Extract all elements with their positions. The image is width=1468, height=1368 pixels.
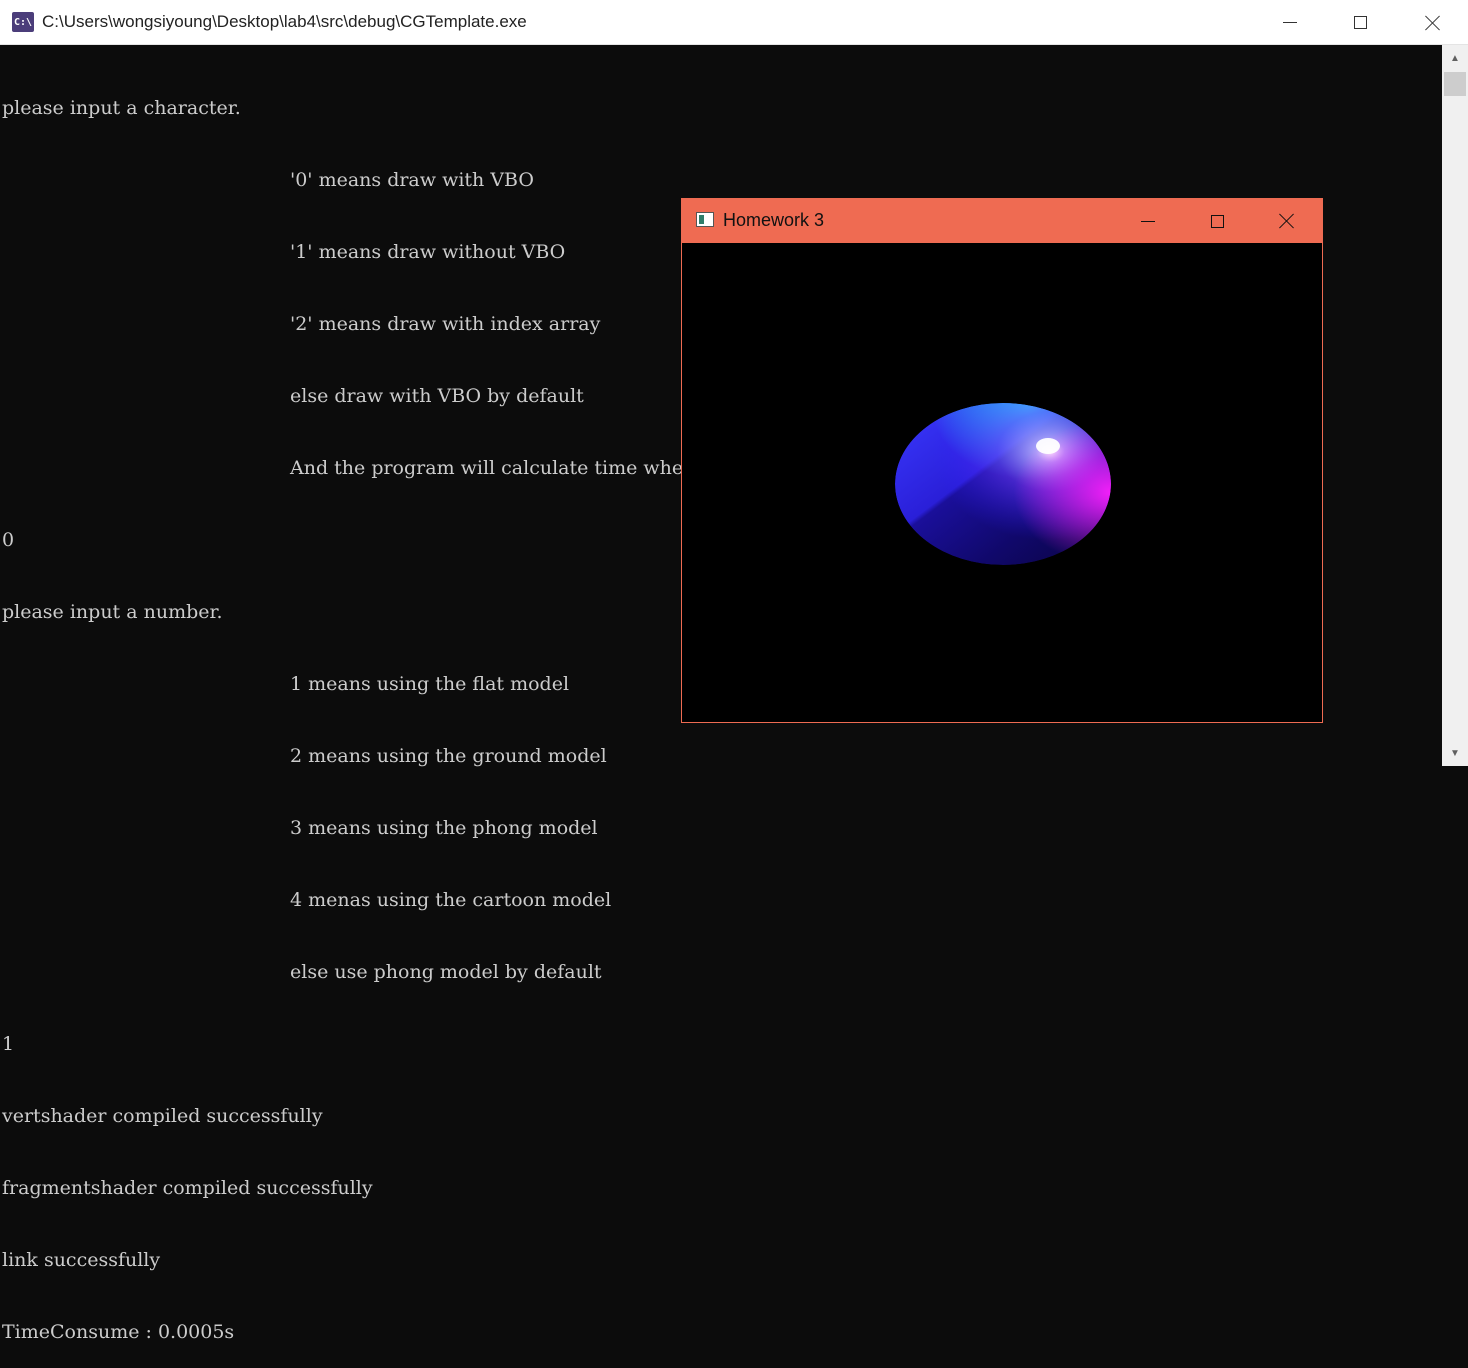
scroll-down-arrow-icon[interactable]: ▼ — [1442, 740, 1468, 766]
close-icon — [1279, 213, 1295, 229]
vertical-scrollbar[interactable]: ▲ ▼ — [1442, 45, 1468, 766]
homework-minimize-button[interactable] — [1113, 199, 1183, 243]
console-line: else use phong model by default — [290, 961, 602, 983]
homework-titlebar[interactable]: Homework 3 — [682, 199, 1322, 243]
console-line: link successfully — [2, 1249, 161, 1271]
homework-close-button[interactable] — [1252, 199, 1322, 243]
console-line: '0' means draw with VBO — [290, 169, 534, 191]
console-maximize-button[interactable] — [1325, 0, 1395, 45]
render-canvas[interactable] — [682, 243, 1322, 722]
console-line: fragmentshader compiled successfully — [2, 1177, 373, 1199]
window-app-icon — [696, 212, 714, 227]
homework-window-title: Homework 3 — [723, 210, 825, 230]
console-line: 3 means using the phong model — [290, 817, 598, 839]
console-app-icon: C:\ — [12, 12, 34, 32]
maximize-icon — [1210, 214, 1224, 228]
close-icon — [1425, 15, 1441, 31]
console-minimize-button[interactable] — [1255, 0, 1325, 45]
rendered-ellipsoid — [895, 403, 1111, 565]
console-line: please input a character. — [2, 97, 241, 119]
homework-maximize-button[interactable] — [1182, 199, 1252, 243]
minimize-icon — [1141, 220, 1155, 222]
console-line: 2 means using the ground model — [290, 745, 607, 767]
console-line: vertshader compiled successfully — [2, 1105, 323, 1127]
minimize-icon — [1283, 22, 1297, 23]
scrollbar-thumb[interactable] — [1444, 72, 1466, 96]
console-titlebar: C:\ C:\Users\wongsiyoung\Desktop\lab4\sr… — [0, 0, 1468, 45]
console-close-button[interactable] — [1398, 0, 1468, 45]
scroll-up-arrow-icon[interactable]: ▲ — [1442, 45, 1468, 71]
maximize-icon — [1353, 16, 1367, 29]
console-window-title: C:\Users\wongsiyoung\Desktop\lab4\src\de… — [42, 12, 527, 31]
console-line: 4 menas using the cartoon model — [290, 889, 612, 911]
homework-window: Homework 3 — [681, 198, 1323, 723]
console-line: 1 — [2, 1033, 15, 1055]
console-line: TimeConsume : 0.0005s — [2, 1321, 235, 1343]
